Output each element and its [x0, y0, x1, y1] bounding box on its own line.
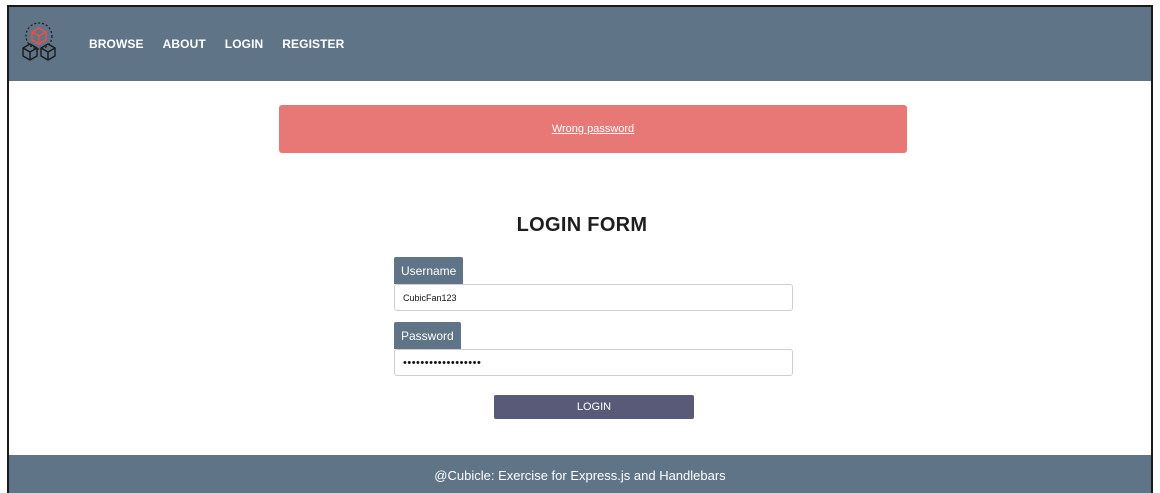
username-label: Username	[394, 257, 464, 284]
username-input[interactable]	[394, 284, 793, 311]
footer: @Cubicle: Exercise for Express.js and Ha…	[9, 455, 1151, 493]
nav-register-link[interactable]: REGISTER	[282, 37, 344, 51]
form-title: LOGIN FORM	[516, 214, 648, 236]
nav-login-link[interactable]: LOGIN	[225, 37, 264, 51]
main-nav: BROWSE ABOUT LOGIN REGISTER	[89, 37, 363, 51]
nav-browse-link[interactable]: BROWSE	[89, 37, 144, 51]
error-alert: Wrong password	[279, 105, 907, 153]
header: BROWSE ABOUT LOGIN REGISTER	[9, 7, 1151, 81]
error-alert-message[interactable]: Wrong password	[552, 123, 634, 135]
password-label: Password	[394, 322, 461, 349]
login-button[interactable]: LOGIN	[494, 395, 694, 419]
password-input[interactable]	[394, 349, 793, 376]
footer-text: @Cubicle: Exercise for Express.js and Ha…	[434, 467, 726, 483]
page-frame: BROWSE ABOUT LOGIN REGISTER Wrong passwo…	[7, 5, 1153, 493]
nav-about-link[interactable]: ABOUT	[163, 37, 206, 51]
cube-stack-icon[interactable]	[15, 20, 63, 68]
